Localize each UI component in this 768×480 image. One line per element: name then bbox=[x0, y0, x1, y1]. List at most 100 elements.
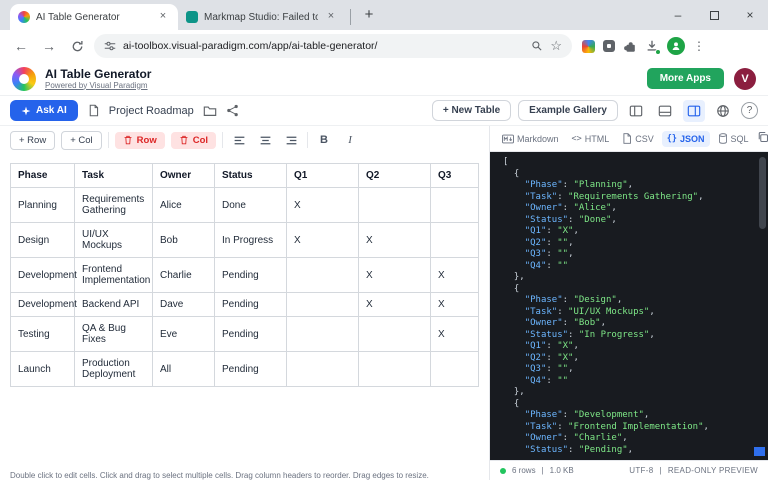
help-button[interactable]: ? bbox=[741, 102, 758, 119]
powered-by-link[interactable]: Powered by Visual Paradigm bbox=[45, 81, 151, 90]
table-cell[interactable]: All bbox=[153, 352, 215, 387]
browser-tab-inactive[interactable]: Markmap Studio: Failed to ope × bbox=[178, 4, 346, 30]
table-cell[interactable]: X bbox=[431, 258, 479, 293]
table-cell[interactable] bbox=[287, 317, 359, 352]
column-header[interactable]: Status bbox=[215, 164, 287, 188]
more-apps-button[interactable]: More Apps bbox=[647, 68, 724, 89]
table-cell[interactable]: Pending bbox=[215, 293, 287, 317]
column-header[interactable]: Task bbox=[75, 164, 153, 188]
italic-button[interactable]: I bbox=[340, 130, 360, 150]
add-column-button[interactable]: + Col bbox=[61, 131, 101, 150]
table-cell[interactable]: X bbox=[359, 223, 431, 258]
tab-markdown[interactable]: Markdown bbox=[497, 131, 564, 147]
table-cell[interactable]: Development bbox=[11, 293, 75, 317]
downloads-button[interactable] bbox=[645, 39, 659, 53]
delete-column-button[interactable]: Col bbox=[171, 132, 216, 149]
url-bar[interactable]: ai-toolbox.visual-paradigm.com/app/ai-ta… bbox=[94, 34, 572, 58]
layout-right-panel-button[interactable] bbox=[683, 100, 705, 122]
new-table-button[interactable]: + New Table bbox=[432, 100, 511, 121]
table-cell[interactable]: QA & Bug Fixes bbox=[75, 317, 153, 352]
reload-button[interactable] bbox=[66, 35, 88, 57]
column-header[interactable]: Q3 bbox=[431, 164, 479, 188]
extensions-puzzle-icon[interactable] bbox=[623, 39, 637, 53]
open-folder-icon[interactable] bbox=[203, 104, 217, 118]
example-gallery-button[interactable]: Example Gallery bbox=[518, 100, 618, 121]
table-cell[interactable]: Alice bbox=[153, 188, 215, 223]
table-cell[interactable]: Launch bbox=[11, 352, 75, 387]
table-cell[interactable] bbox=[287, 258, 359, 293]
table-cell[interactable] bbox=[431, 352, 479, 387]
close-window-button[interactable]: × bbox=[732, 0, 768, 30]
column-header[interactable]: Phase bbox=[11, 164, 75, 188]
tab-json[interactable]: {} JSON bbox=[662, 131, 710, 147]
tab-html[interactable]: <> HTML bbox=[567, 131, 615, 147]
align-center-button[interactable] bbox=[255, 130, 275, 150]
table-cell[interactable]: Pending bbox=[215, 317, 287, 352]
align-right-button[interactable] bbox=[281, 130, 301, 150]
table-cell[interactable]: Production Deployment bbox=[75, 352, 153, 387]
layout-bottom-panel-button[interactable] bbox=[654, 100, 676, 122]
table-cell[interactable]: X bbox=[359, 258, 431, 293]
zoom-icon[interactable] bbox=[531, 40, 543, 52]
tab-close-icon[interactable]: × bbox=[156, 10, 170, 24]
maximize-button[interactable] bbox=[696, 0, 732, 30]
editor-scrollbar[interactable] bbox=[759, 157, 766, 229]
new-tab-button[interactable]: + bbox=[357, 3, 381, 27]
table-cell[interactable]: Bob bbox=[153, 223, 215, 258]
table-cell[interactable] bbox=[431, 188, 479, 223]
table-cell[interactable]: X bbox=[287, 188, 359, 223]
table-cell[interactable]: In Progress bbox=[215, 223, 287, 258]
back-button[interactable]: ← bbox=[10, 35, 32, 57]
browser-menu-icon[interactable]: ⋮ bbox=[693, 39, 705, 53]
table-cell[interactable]: Pending bbox=[215, 352, 287, 387]
profile-avatar[interactable] bbox=[667, 37, 685, 55]
table-cell[interactable]: Eve bbox=[153, 317, 215, 352]
table-cell[interactable] bbox=[359, 188, 431, 223]
json-preview-editor[interactable]: [ { "Phase": "Planning", "Task": "Requir… bbox=[490, 152, 768, 460]
forward-button[interactable]: → bbox=[38, 35, 60, 57]
table-cell[interactable]: X bbox=[431, 293, 479, 317]
column-header[interactable]: Q1 bbox=[287, 164, 359, 188]
table-cell[interactable]: Done bbox=[215, 188, 287, 223]
layout-left-panel-button[interactable] bbox=[625, 100, 647, 122]
table-cell[interactable] bbox=[359, 352, 431, 387]
align-left-button[interactable] bbox=[229, 130, 249, 150]
table-cell[interactable] bbox=[359, 317, 431, 352]
table-cell[interactable]: Pending bbox=[215, 258, 287, 293]
tab-sql[interactable]: SQL bbox=[713, 130, 754, 147]
extension-icon[interactable] bbox=[603, 40, 615, 52]
minimize-button[interactable]: – bbox=[660, 0, 696, 30]
extension-icon[interactable] bbox=[582, 40, 595, 53]
table-cell[interactable]: Charlie bbox=[153, 258, 215, 293]
table-cell[interactable]: X bbox=[287, 223, 359, 258]
copy-icon[interactable] bbox=[757, 130, 768, 148]
table-cell[interactable]: Planning bbox=[11, 188, 75, 223]
table-cell[interactable]: Development bbox=[11, 258, 75, 293]
site-info-icon[interactable] bbox=[104, 40, 116, 52]
share-icon[interactable] bbox=[226, 104, 239, 117]
table-cell[interactable] bbox=[287, 293, 359, 317]
browser-tab-active[interactable]: AI Table Generator × bbox=[10, 4, 178, 30]
table-cell[interactable]: Testing bbox=[11, 317, 75, 352]
user-avatar[interactable]: V bbox=[734, 68, 756, 90]
table-cell[interactable] bbox=[287, 352, 359, 387]
table-cell[interactable]: X bbox=[431, 317, 479, 352]
table-cell[interactable]: Backend API bbox=[75, 293, 153, 317]
table-cell[interactable]: Requirements Gathering bbox=[75, 188, 153, 223]
column-header[interactable]: Q2 bbox=[359, 164, 431, 188]
add-row-button[interactable]: + Row bbox=[10, 131, 55, 150]
column-header[interactable]: Owner bbox=[153, 164, 215, 188]
tab-close-icon[interactable]: × bbox=[324, 10, 338, 24]
table-cell[interactable]: Frontend Implementation bbox=[75, 258, 153, 293]
table-cell[interactable]: Design bbox=[11, 223, 75, 258]
table-cell[interactable] bbox=[431, 223, 479, 258]
delete-row-button[interactable]: Row bbox=[115, 132, 165, 149]
bookmark-star-icon[interactable]: ☆ bbox=[550, 38, 562, 54]
language-globe-button[interactable] bbox=[712, 100, 734, 122]
table-cell[interactable]: UI/UX Mockups bbox=[75, 223, 153, 258]
document-title[interactable]: Project Roadmap bbox=[109, 105, 194, 117]
table-cell[interactable]: X bbox=[359, 293, 431, 317]
tab-csv[interactable]: CSV bbox=[617, 130, 659, 147]
ask-ai-button[interactable]: Ask AI bbox=[10, 100, 78, 121]
bold-button[interactable]: B bbox=[314, 130, 334, 150]
